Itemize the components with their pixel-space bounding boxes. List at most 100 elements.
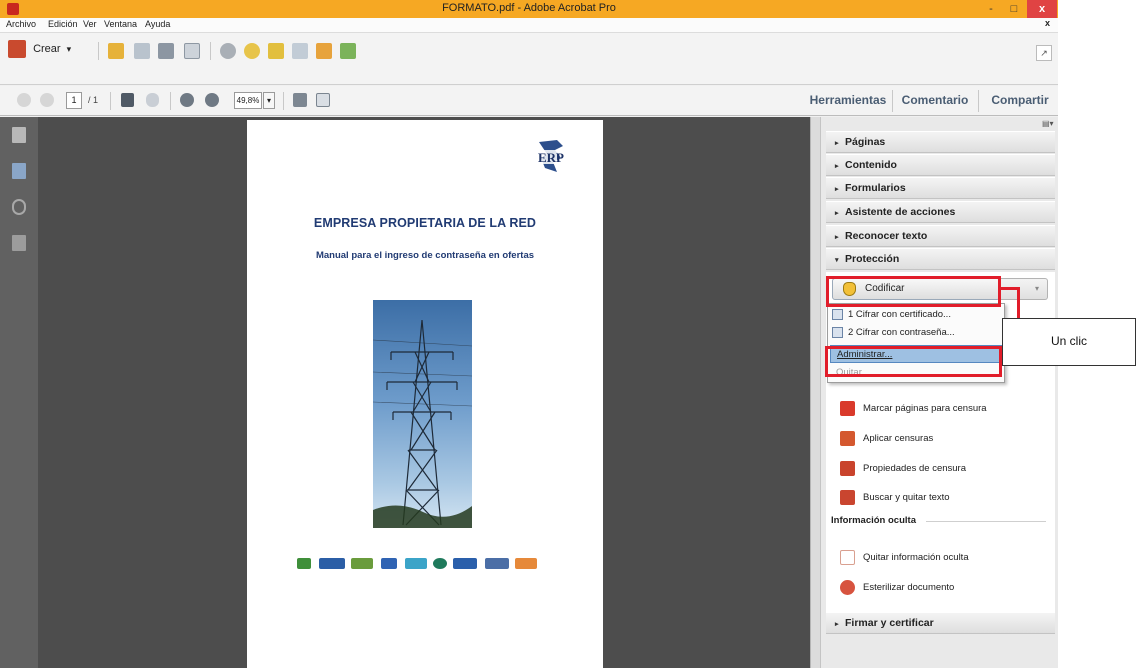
menu-item-label: 2 Cifrar con contraseña... [848, 327, 955, 338]
section-contenido[interactable]: ▸ Contenido [826, 154, 1055, 176]
zoom-in-icon[interactable] [205, 93, 219, 107]
create-label: Crear [33, 43, 61, 55]
remove-hidden-info-icon [840, 550, 855, 565]
open-file-icon[interactable] [108, 43, 124, 59]
navigation-pane [0, 117, 38, 668]
transmission-tower-image [373, 300, 472, 528]
section-label: Protección [845, 253, 900, 265]
bookmarks-icon[interactable] [12, 163, 26, 179]
page-thumbnails-icon[interactable] [12, 127, 26, 143]
expand-triangle-icon: ▸ [835, 210, 839, 217]
partner-logo [453, 558, 477, 569]
menu-ver[interactable]: Ver [83, 19, 97, 29]
password-icon [832, 327, 843, 338]
section-label: Firmar y certificar [845, 617, 934, 629]
document-view[interactable]: ERP EMPRESA PROPIETARIA DE LA RED Manual… [38, 117, 810, 668]
tab-comentario[interactable]: Comentario [895, 86, 975, 116]
callout-un-clic: Un clic [1002, 318, 1136, 366]
previous-page-icon[interactable] [17, 93, 31, 107]
expand-triangle-icon: ▸ [835, 140, 839, 147]
hidden-info-heading: Información oculta [831, 515, 916, 526]
menu-edicion[interactable]: Edición [48, 19, 78, 29]
partner-logo [485, 558, 509, 569]
section-asistente-acciones[interactable]: ▸ Asistente de acciones [826, 201, 1055, 223]
toolbar-divider [283, 92, 284, 110]
signatures-icon[interactable] [12, 235, 26, 251]
page-total: / 1 [88, 95, 99, 105]
section-divider [926, 521, 1046, 522]
acrobat-window: FORMATO.pdf - Adobe Acrobat Pro - □ x Ar… [0, 0, 1058, 668]
menu-item-label: 1 Cifrar con certificado... [848, 309, 951, 320]
save-icon[interactable] [134, 43, 150, 59]
redact-apply-icon [840, 431, 855, 446]
select-arrow-icon[interactable] [121, 93, 134, 107]
tool-label: Propiedades de censura [863, 463, 966, 474]
expand-triangle-icon: ▸ [835, 186, 839, 193]
zoom-dropdown-button[interactable]: ▾ [263, 92, 275, 109]
document-title: EMPRESA PROPIETARIA DE LA RED [313, 216, 537, 230]
section-firmar-certificar[interactable]: ▸ Firmar y certificar [826, 612, 1055, 634]
document-subtitle: Manual para el ingreso de contraseña en … [315, 250, 535, 261]
attachments-paperclip-icon[interactable] [12, 199, 26, 215]
collapse-triangle-icon: ▾ [835, 257, 839, 264]
sanitize-document-icon [840, 580, 855, 595]
document-close-button[interactable]: x [1045, 18, 1050, 28]
tool-label: Marcar páginas para censura [863, 403, 987, 414]
panel-options-icon[interactable]: ▤▾ [1042, 119, 1054, 128]
tools-panel-scrollbar[interactable] [811, 117, 821, 668]
minimize-button[interactable]: - [980, 0, 1002, 18]
email-icon[interactable] [184, 43, 200, 59]
menu-ayuda[interactable]: Ayuda [145, 19, 170, 29]
tool-label: Buscar y quitar texto [863, 492, 950, 503]
section-proteccion[interactable]: ▾ Protección [826, 248, 1055, 270]
sticky-note-icon[interactable] [268, 43, 284, 59]
expand-triangle-icon: ▸ [835, 621, 839, 628]
menu-item-cifrar-contrasena[interactable]: 2 Cifrar con contraseña... [830, 324, 1002, 342]
menu-item-cifrar-certificado[interactable]: 1 Cifrar con certificado... [830, 306, 1002, 324]
create-button[interactable]: Crear ▾ [8, 40, 71, 62]
document-sign-icon[interactable] [340, 43, 356, 59]
document-compare-icon[interactable] [292, 43, 308, 59]
tab-compartir[interactable]: Compartir [982, 86, 1058, 116]
section-formularios[interactable]: ▸ Formularios [826, 177, 1055, 199]
menu-bar: Archivo Edición Ver Ventana Ayuda x [0, 18, 1058, 33]
menu-archivo[interactable]: Archivo [6, 19, 36, 29]
highlight-administrar [825, 346, 1002, 377]
tab-herramientas[interactable]: Herramientas [806, 86, 890, 116]
full-screen-icon[interactable]: ↗ [1036, 45, 1052, 61]
partner-logo [319, 558, 345, 569]
toolbar-divider [98, 42, 99, 60]
fit-width-icon[interactable] [316, 93, 330, 107]
highlight-codificar [826, 276, 1001, 307]
expand-triangle-icon: ▸ [835, 163, 839, 170]
maximize-button[interactable]: □ [1003, 0, 1025, 18]
erp-logo-text: ERP [538, 150, 564, 165]
document-export-icon[interactable] [316, 43, 332, 59]
certificate-icon [832, 309, 843, 320]
partner-logos-row [297, 555, 557, 573]
fit-page-icon[interactable] [293, 93, 307, 107]
partner-logo [405, 558, 427, 569]
tab-divider [892, 90, 893, 112]
zoom-out-icon[interactable] [180, 93, 194, 107]
section-label: Asistente de acciones [845, 206, 956, 218]
section-label: Contenido [845, 159, 897, 171]
main-toolbar: Crear ▾ ↗ [0, 33, 1058, 85]
pdf-page: ERP EMPRESA PROPIETARIA DE LA RED Manual… [247, 120, 603, 668]
comment-bubble-icon[interactable] [244, 43, 260, 59]
erp-logo: ERP [537, 140, 564, 172]
close-button[interactable]: x [1027, 0, 1057, 18]
menu-ventana[interactable]: Ventana [104, 19, 137, 29]
section-reconocer-texto[interactable]: ▸ Reconocer texto [826, 225, 1055, 247]
next-page-icon[interactable] [40, 93, 54, 107]
page-number-input[interactable]: 1 [66, 92, 82, 109]
section-paginas[interactable]: ▸ Páginas [826, 131, 1055, 153]
print-icon[interactable] [158, 43, 174, 59]
hand-tool-icon[interactable] [146, 93, 159, 107]
expand-triangle-icon: ▸ [835, 234, 839, 241]
create-pdf-icon [8, 40, 26, 58]
title-bar: FORMATO.pdf - Adobe Acrobat Pro - □ x [0, 0, 1058, 18]
zoom-input[interactable]: 49,8% [234, 92, 262, 109]
settings-gear-icon[interactable] [220, 43, 236, 59]
tool-label: Esterilizar documento [863, 582, 955, 593]
